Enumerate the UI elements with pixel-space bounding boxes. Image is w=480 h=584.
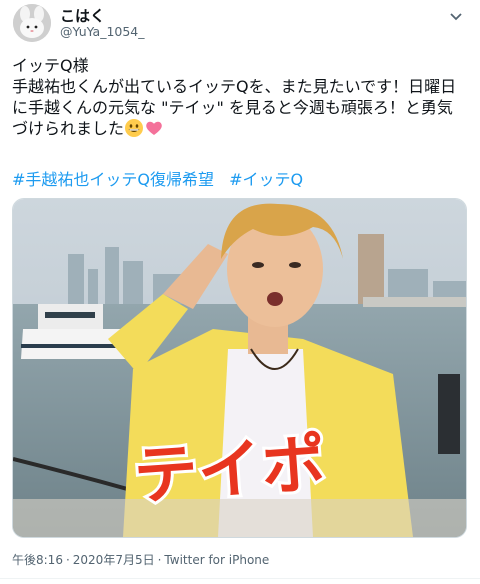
tweet-body: イッテQ様 手越祐也くんが出ているイッテQを、また見たいです！日曜日に手越くんの… bbox=[12, 56, 457, 138]
tweet-text: イッテQ様 手越祐也くんが出ているイッテQを、また見たいです！日曜日に手越くんの… bbox=[12, 55, 467, 143]
more-options-caret-icon[interactable] bbox=[446, 6, 466, 26]
tweet-photo[interactable]: テイポ bbox=[12, 198, 467, 538]
divider bbox=[0, 578, 480, 579]
tweet-date[interactable]: 2020年7月5日 bbox=[73, 553, 155, 567]
avatar[interactable] bbox=[13, 4, 51, 42]
photo-caption-text: テイポ bbox=[131, 427, 328, 514]
tweet-metadata: 午後8:16 · 2020年7月5日 · Twitter for iPhone bbox=[12, 551, 272, 568]
tweet-card: こはく @YuYa_1054_ イッテQ様 手越祐也くんが出ているイッテQを、ま… bbox=[0, 0, 480, 584]
meta-separator: · bbox=[65, 553, 70, 567]
hashtag-row: #手越祐也イッテQ復帰希望 #イッテQ bbox=[12, 169, 313, 190]
hashtag-link-tegoshi[interactable]: #手越祐也イッテQ復帰希望 bbox=[12, 170, 214, 189]
photo-caption-overlay: テイポ bbox=[128, 424, 331, 517]
grinning-face-icon bbox=[124, 118, 144, 143]
hashtag-link-itteq[interactable]: #イッテQ bbox=[229, 170, 303, 189]
meta-separator: · bbox=[157, 553, 162, 567]
tweet-client[interactable]: Twitter for iPhone bbox=[164, 553, 269, 567]
user-handle[interactable]: @YuYa_1054_ bbox=[60, 24, 145, 39]
display-name[interactable]: こはく bbox=[60, 5, 105, 26]
tweet-time[interactable]: 午後8:16 bbox=[12, 553, 63, 567]
avatar-rabbit-icon bbox=[13, 4, 51, 42]
pink-heart-icon bbox=[144, 118, 164, 143]
